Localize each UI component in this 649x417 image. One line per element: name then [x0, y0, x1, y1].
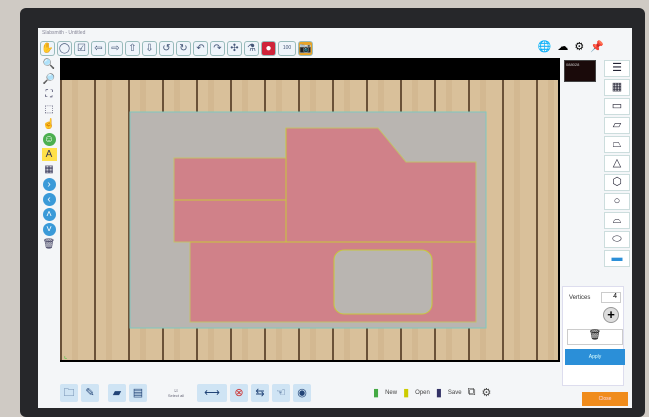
pointer-icon[interactable]: ☝: [42, 118, 57, 131]
gears-icon[interactable]: ⚙: [481, 386, 491, 399]
text-icon[interactable]: A: [41, 148, 57, 161]
open-button[interactable]: Open: [415, 390, 430, 396]
sink-cutout[interactable]: [333, 249, 433, 315]
circle-icon[interactable]: ○: [604, 193, 630, 210]
sink-icon[interactable]: ⚗: [244, 40, 259, 56]
minimap-label: 088028: [566, 62, 580, 67]
save-disk-icon[interactable]: ▮: [436, 386, 442, 399]
apply-button[interactable]: Apply: [565, 349, 625, 365]
left-toolbar: 🔍 🔎 ⛶ ⬚ ☝ ☺ A ▦ › ‹ ˄ ˅ 🗑: [40, 58, 58, 251]
settings-icon[interactable]: ⚙: [574, 40, 584, 53]
add-vertex-button[interactable]: +: [603, 307, 619, 323]
center-icon[interactable]: ✣: [227, 40, 242, 56]
rectangle-icon[interactable]: ▭: [604, 98, 630, 115]
compass-icon[interactable]: ◉: [293, 384, 311, 402]
drawing-canvas[interactable]: ⌞: [60, 58, 560, 362]
zoom-out-icon[interactable]: 🔎: [42, 73, 57, 86]
trash-icon: 🗑: [588, 330, 602, 341]
arc-shape-icon[interactable]: ⌓: [604, 212, 630, 229]
undo-icon[interactable]: ↶: [193, 40, 208, 56]
window-title: Slabsmith - Untitled: [42, 30, 86, 36]
new-button[interactable]: New: [385, 390, 397, 396]
trapezoid-icon[interactable]: ⏢: [604, 136, 630, 153]
rotate-ccw-icon[interactable]: ↺: [159, 40, 174, 56]
swap-icon[interactable]: ⇆: [251, 384, 269, 402]
measure-icon[interactable]: ⟷: [197, 384, 227, 402]
shape-green-icon[interactable]: ▰: [108, 384, 126, 402]
touch-icon[interactable]: ☜: [272, 384, 290, 402]
top-toolbar: ✋ ◯ ☑ ⇦ ⇨ ⇧ ⇩ ↺ ↻ ↶ ↷ ✣ ⚗ ● 100 📷: [40, 39, 313, 57]
camera-icon[interactable]: 📷: [298, 40, 313, 56]
hand-icon[interactable]: ✋: [40, 40, 55, 56]
file-buttons: ▮ New ▮ Open ▮ Save ⧉ ⚙: [373, 386, 491, 399]
parallelogram-icon[interactable]: ▱: [604, 117, 630, 134]
sink-shape-icon[interactable]: ▬: [604, 250, 630, 267]
nav-up-icon[interactable]: ˄: [42, 208, 56, 221]
app-window: Slabsmith - Untitled ✋ ◯ ☑ ⇦ ⇨ ⇧ ⇩ ↺ ↻ ↶…: [38, 28, 632, 408]
lines-icon[interactable]: ☰: [604, 60, 630, 77]
color-icon[interactable]: ●: [261, 40, 276, 56]
nav-right-icon[interactable]: ›: [42, 178, 56, 191]
fit-icon[interactable]: ⛶: [42, 88, 57, 101]
delete-button[interactable]: 🗑: [567, 329, 623, 345]
layers-icon[interactable]: ▤: [129, 384, 147, 402]
redo-icon[interactable]: ↷: [210, 40, 225, 56]
zoom-value[interactable]: 100: [278, 40, 296, 56]
vertices-label: Vertices: [569, 295, 591, 301]
nav-left-icon[interactable]: ‹: [42, 193, 56, 206]
hexagon-icon[interactable]: ⬡: [604, 174, 630, 191]
cancel-icon[interactable]: ⊗: [230, 384, 248, 402]
minimap[interactable]: 088028: [564, 60, 596, 82]
right-panel: 088028 ☰ ▦ ▭ ▱ ⏢ △ ⬡ ○ ⌓ ⬭ ▬ Vertices 4 …: [560, 58, 632, 408]
bottom-toolbar: 🗀 ✎ ▰ ▤ ☑ Select all ⟷ ⊗ ⇆ ☜ ◉: [60, 382, 311, 404]
select-icon[interactable]: ⬚: [42, 103, 57, 116]
smile-icon[interactable]: ☺: [42, 133, 56, 146]
folder-icon[interactable]: 🗀: [60, 384, 78, 402]
cloud-icon[interactable]: ☁: [557, 40, 568, 53]
vertices-input[interactable]: 4: [601, 292, 621, 303]
arrow-left-icon[interactable]: ⇦: [91, 40, 106, 56]
grid-icon[interactable]: ▦: [42, 163, 57, 176]
oval-icon[interactable]: ⬭: [604, 231, 630, 248]
svg-text:⌞: ⌞: [64, 353, 67, 360]
arrow-right-icon[interactable]: ⇨: [108, 40, 123, 56]
shape-palette: ☰ ▦ ▭ ▱ ⏢ △ ⬡ ○ ⌓ ⬭ ▬: [604, 60, 630, 267]
checkbox-icon[interactable]: ☑: [74, 40, 89, 56]
rotate-cw-icon[interactable]: ↻: [176, 40, 191, 56]
grid-shape-icon[interactable]: ▦: [604, 79, 630, 96]
pencil-icon[interactable]: ✎: [81, 384, 99, 402]
trash-icon[interactable]: 🗑: [42, 238, 57, 251]
arrow-up-icon[interactable]: ⇧: [125, 40, 140, 56]
pin-icon[interactable]: 📌: [590, 40, 604, 53]
network-icon[interactable]: ⧉: [468, 386, 476, 399]
open-folder-icon[interactable]: ▮: [403, 386, 409, 399]
language-icon[interactable]: 🌐: [538, 40, 552, 53]
save-button[interactable]: Save: [448, 390, 462, 396]
close-button[interactable]: Close: [582, 392, 628, 406]
zoom-in-icon[interactable]: 🔍: [42, 58, 57, 71]
nav-down-icon[interactable]: ˅: [42, 223, 56, 236]
select-all-checkbox[interactable]: ☑ Select all: [158, 388, 194, 398]
top-right-icons: 🌐 ☁ ⚙ 📌: [538, 40, 604, 53]
circle-select-icon[interactable]: ◯: [57, 40, 72, 56]
new-file-icon[interactable]: ▮: [373, 386, 379, 399]
arrow-down-icon[interactable]: ⇩: [142, 40, 157, 56]
vertices-panel: Vertices 4 + 🗑 Apply: [562, 286, 625, 386]
triangle-icon[interactable]: △: [604, 155, 630, 172]
